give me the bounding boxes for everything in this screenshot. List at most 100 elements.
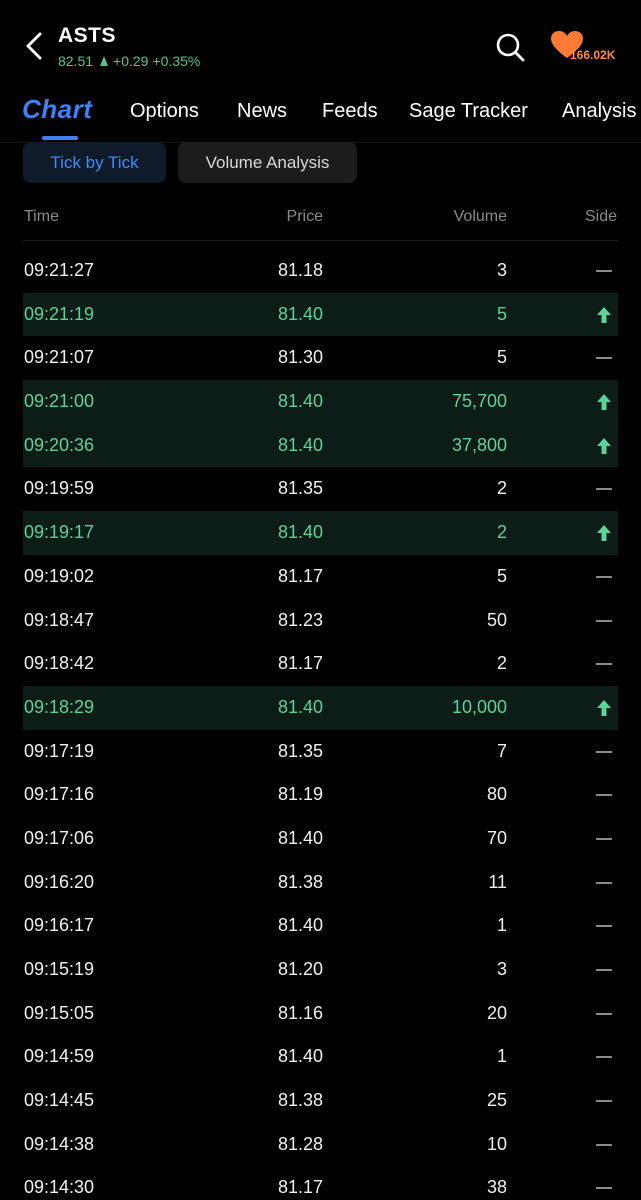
side-neutral-dash-icon	[596, 750, 612, 753]
tab-chart[interactable]: Chart	[22, 94, 92, 125]
trade-volume: 20	[486, 1002, 507, 1023]
trade-time: 09:19:59	[24, 478, 95, 499]
up-triangle-icon	[100, 56, 109, 66]
table-row[interactable]: 09:14:59 81.40 1	[23, 1035, 618, 1079]
side-neutral-dash-icon	[596, 925, 612, 928]
trade-price: 81.19	[277, 784, 323, 805]
table-row[interactable]: 09:18:42 81.17 2	[23, 642, 618, 686]
trade-price: 81.38	[277, 871, 323, 892]
back-arrow-icon[interactable]	[22, 30, 46, 62]
side-neutral-dash-icon	[596, 969, 612, 971]
side-neutral-dash-icon	[596, 1143, 612, 1146]
trade-price: 81.17	[277, 1177, 323, 1198]
trade-price: 81.40	[277, 915, 323, 936]
trade-volume: 50	[486, 609, 507, 630]
tab-analysis[interactable]: Analysis	[562, 100, 636, 123]
trade-volume: 5	[496, 565, 507, 586]
side-neutral-dash-icon	[596, 663, 612, 666]
trade-price: 81.40	[277, 827, 323, 848]
trade-time: 09:20:36	[24, 434, 95, 455]
table-row[interactable]: 09:20:36 81.40 37,800	[23, 423, 618, 468]
side-up-arrow-icon	[597, 437, 611, 454]
trade-price: 81.40	[277, 391, 323, 412]
side-neutral-dash-icon	[596, 488, 612, 491]
trade-time: 09:14:30	[24, 1177, 95, 1198]
trade-volume: 1	[496, 1046, 507, 1067]
table-row[interactable]: 09:21:19 81.40 5	[23, 292, 618, 337]
table-row[interactable]: 09:17:19 81.35 7	[23, 730, 618, 774]
tab-sage-tracker[interactable]: Sage Tracker	[409, 100, 528, 123]
trade-time: 09:15:19	[24, 959, 95, 979]
table-row[interactable]: 09:19:17 81.40 2	[23, 511, 618, 555]
trade-price: 81.28	[277, 1133, 323, 1154]
column-header-volume: Volume	[453, 208, 507, 225]
side-up-arrow-icon	[597, 306, 611, 323]
trade-time: 09:18:29	[24, 696, 95, 717]
trade-time: 09:21:27	[24, 260, 95, 280]
table-row[interactable]: 09:15:19 81.20 3	[23, 948, 618, 992]
trade-time: 09:18:47	[24, 609, 95, 630]
likes-count: 166.02K	[570, 48, 616, 62]
table-row[interactable]: 09:21:07 81.30 5	[23, 336, 618, 380]
search-icon[interactable]	[494, 31, 526, 63]
table-row[interactable]: 09:14:38 81.28 10	[23, 1123, 618, 1167]
header: ASTS 82.51 +0.29 +0.35% 166.02K	[0, 0, 641, 90]
table-row[interactable]: 09:16:20 81.38 11	[23, 861, 618, 905]
table-row[interactable]: 09:14:45 81.38 25	[23, 1079, 618, 1123]
volume-analysis-button[interactable]: Volume Analysis	[178, 142, 357, 183]
tab-feeds[interactable]: Feeds	[322, 100, 378, 123]
table-row[interactable]: 09:17:16 81.19 80	[23, 773, 618, 817]
trade-price: 81.17	[277, 565, 323, 586]
trade-volume: 37,800	[451, 434, 507, 455]
trade-volume: 5	[496, 303, 507, 324]
side-neutral-dash-icon	[596, 881, 612, 884]
trade-time: 09:14:59	[24, 1046, 95, 1067]
side-up-arrow-icon	[597, 525, 611, 542]
table-row[interactable]: 09:18:47 81.23 50	[23, 599, 618, 643]
trades-list[interactable]: 09:21:27 81.18 3 09:21:19 81.40 5 09:21:07 81.3…	[23, 249, 618, 1200]
table-row[interactable]: 09:17:06 81.40 70	[23, 817, 618, 861]
header-divider	[23, 240, 618, 241]
table-row[interactable]: 09:15:05 81.16 20	[23, 992, 618, 1036]
table-row[interactable]: 09:19:02 81.17 5	[23, 555, 618, 599]
trade-price: 81.18	[277, 260, 323, 280]
table-row[interactable]: 09:21:27 81.18 3	[23, 249, 618, 293]
side-neutral-dash-icon	[596, 357, 612, 360]
trade-time: 09:14:38	[24, 1133, 95, 1154]
price-change-pct: +0.35%	[152, 53, 201, 69]
trade-volume: 2	[496, 653, 507, 674]
tab-news[interactable]: News	[237, 100, 287, 123]
trade-price: 81.35	[277, 740, 323, 761]
trade-volume: 10,000	[451, 696, 507, 717]
trade-volume: 1	[496, 915, 507, 936]
likes-button[interactable]: 166.02K	[550, 30, 630, 66]
tab-bar: Chart Options News Feeds Sage Tracker An…	[0, 92, 641, 142]
trade-volume: 75,700	[451, 391, 507, 412]
trade-time: 09:19:02	[24, 565, 95, 586]
tab-options[interactable]: Options	[130, 100, 199, 123]
active-tab-indicator	[42, 136, 78, 140]
trade-volume: 80	[486, 784, 507, 805]
ticker-symbol: ASTS	[58, 24, 117, 47]
side-neutral-dash-icon	[596, 1012, 612, 1015]
table-row[interactable]: 09:16:17 81.40 1	[23, 904, 618, 948]
column-header-side: Side	[584, 208, 617, 225]
trade-volume: 11	[488, 871, 507, 892]
table-row[interactable]: 09:19:59 81.35 2	[23, 467, 618, 511]
table-row[interactable]: 09:18:29 81.40 10,000	[23, 685, 618, 730]
side-neutral-dash-icon	[596, 1056, 612, 1059]
trade-time: 09:17:19	[24, 740, 95, 761]
trade-price: 81.38	[277, 1090, 323, 1111]
trade-time: 09:18:42	[24, 653, 95, 674]
quote-line: 82.51 +0.29 +0.35%	[58, 53, 200, 69]
side-neutral-dash-icon	[596, 1100, 612, 1103]
trade-volume: 2	[496, 522, 507, 543]
trade-time: 09:21:00	[24, 391, 95, 412]
trade-time: 09:16:17	[24, 915, 95, 936]
table-row[interactable]: 09:14:30 81.17 38	[23, 1166, 618, 1200]
tick-by-tick-button[interactable]: Tick by Tick	[23, 142, 166, 183]
trade-volume: 70	[486, 827, 507, 848]
side-neutral-dash-icon	[596, 837, 612, 840]
table-row[interactable]: 09:21:00 81.40 75,700	[23, 380, 618, 424]
column-header-time: Time	[24, 208, 59, 225]
